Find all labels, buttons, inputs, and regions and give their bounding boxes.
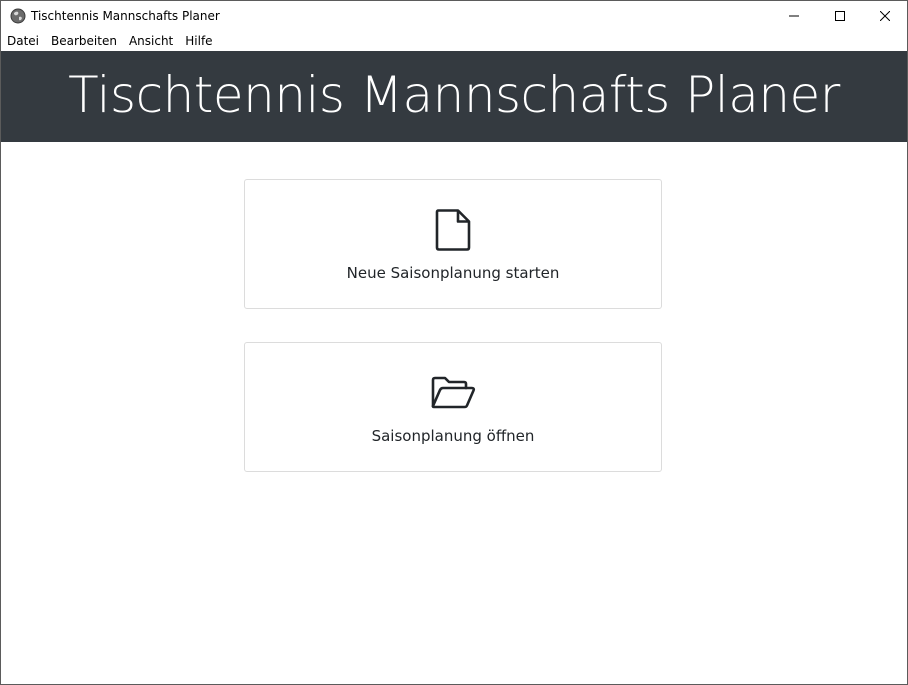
new-season-label: Neue Saisonplanung starten [346, 264, 560, 282]
menu-item-hilfe[interactable]: Hilfe [179, 31, 218, 51]
app-window: Tischtennis Mannschafts Planer Datei Bea… [0, 0, 908, 685]
menu-item-ansicht[interactable]: Ansicht [123, 31, 179, 51]
folder-open-icon [430, 371, 476, 415]
window-title: Tischtennis Mannschafts Planer [31, 9, 220, 23]
close-button[interactable] [862, 1, 907, 31]
maximize-icon [835, 11, 845, 21]
title-bar[interactable]: Tischtennis Mannschafts Planer [1, 1, 907, 31]
menu-item-datei[interactable]: Datei [1, 31, 45, 51]
maximize-button[interactable] [817, 1, 863, 31]
open-season-label: Saisonplanung öffnen [371, 427, 535, 445]
minimize-button[interactable] [771, 1, 817, 31]
menu-item-bearbeiten[interactable]: Bearbeiten [45, 31, 123, 51]
open-season-planning-button[interactable]: Saisonplanung öffnen [244, 342, 662, 472]
page-title: Tischtennis Mannschafts Planer [68, 65, 840, 124]
minimize-icon [789, 15, 799, 17]
close-icon [880, 11, 890, 21]
new-season-planning-button[interactable]: Neue Saisonplanung starten [244, 179, 662, 309]
menu-bar: Datei Bearbeiten Ansicht Hilfe [1, 31, 907, 51]
app-globe-icon [10, 8, 26, 24]
file-icon [435, 208, 471, 252]
header-banner: Tischtennis Mannschafts Planer [1, 51, 907, 142]
